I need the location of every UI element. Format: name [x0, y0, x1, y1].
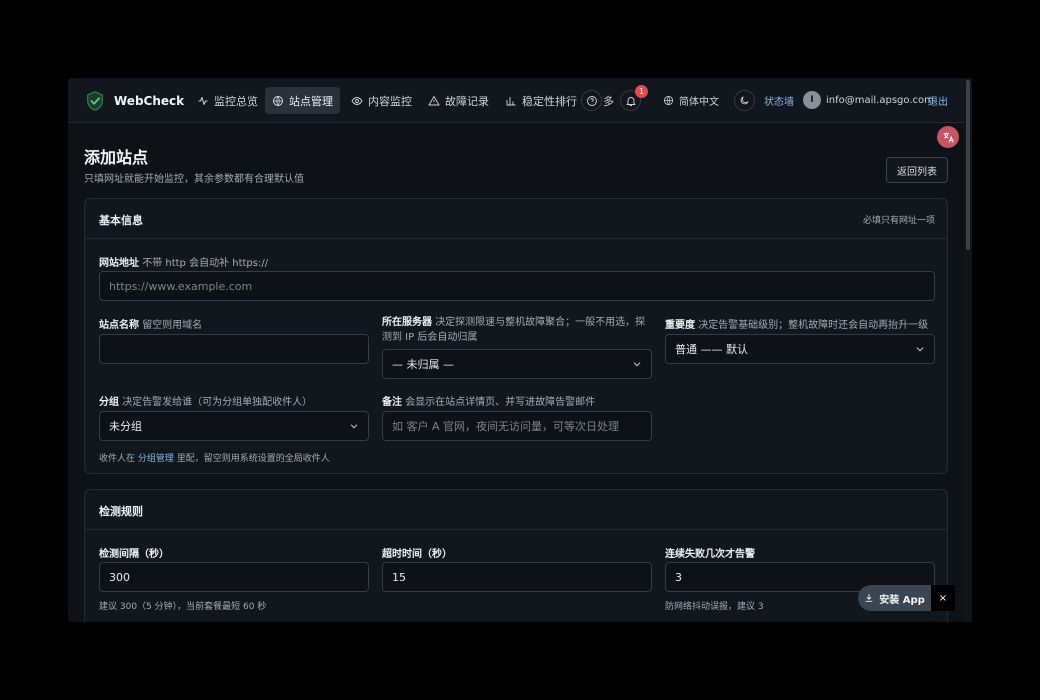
logout-label: 退出: [928, 97, 948, 108]
group-management-link[interactable]: 分组管理: [138, 454, 174, 464]
fail-count-hint: 防网络抖动误报，建议 3: [665, 602, 764, 612]
language-switch[interactable]: 简体中文: [663, 78, 719, 123]
nav-item-label: 站点管理: [289, 94, 333, 108]
group-label-text: 分组: [99, 397, 119, 408]
remark-hint: 会显示在站点详情页、并写进故障告警邮件: [405, 397, 596, 408]
warning-icon: [428, 95, 440, 105]
importance-hint: 决定告警基础级别；整机故障时还会自动再抬升一级: [698, 320, 929, 331]
logout-link[interactable]: 退出: [928, 78, 948, 123]
page-subtitle: 只填网址就能开始监控，其余参数都有合理默认值: [84, 174, 304, 185]
help-button[interactable]: [581, 90, 602, 111]
notifications-button[interactable]: 1: [620, 85, 648, 111]
chevron-down-icon: [916, 347, 924, 352]
brand-name: WebCheck: [114, 93, 185, 108]
server-label: 所在服务器 决定探测限速与整机故障聚合；一般不用选，探测到 IP 后会自动归属: [382, 315, 652, 345]
detection-rules-card: 检测规则 检测间隔（秒） 300 建议 300（5 分钟），当前套餐最短 60 …: [84, 489, 948, 622]
status-wall-link[interactable]: 状态墙: [764, 78, 794, 123]
question-icon: [586, 95, 597, 106]
nav-item-label: 监控总览: [214, 94, 258, 108]
url-label: 网站地址 不带 http 会自动补 https://: [99, 254, 268, 269]
globe-icon: [663, 95, 674, 106]
server-label-text: 所在服务器: [382, 317, 432, 328]
timeout-input[interactable]: 15: [382, 562, 652, 592]
timeout-label-text: 超时时间（秒）: [382, 549, 452, 560]
avatar[interactable]: I: [803, 91, 821, 109]
fail-count-label-text: 连续失败几次才告警: [665, 549, 755, 560]
translate-button[interactable]: [937, 126, 959, 148]
more-label: 多: [603, 94, 614, 108]
user-email: info@mail.apsgo.com: [826, 78, 934, 123]
moon-icon: [740, 96, 749, 105]
importance-label: 重要度 决定告警基础级别；整机故障时还会自动再抬升一级: [665, 316, 928, 331]
nav-item-label: 稳定性排行: [522, 94, 577, 108]
timeout-label: 超时时间（秒）: [382, 545, 452, 560]
shield-check-icon: [87, 90, 103, 111]
app-window: WebCheck 监控总览 站点管理 内容监控 故障记录 稳定性排行 多 1 简…: [68, 78, 972, 622]
nav-item-incidents[interactable]: 故障记录: [421, 87, 496, 114]
scrollbar-thumb[interactable]: [966, 80, 970, 250]
back-to-list-button[interactable]: 返回列表: [886, 157, 948, 183]
chevron-down-icon: [350, 424, 358, 429]
bar-chart-icon: [506, 96, 516, 105]
interval-input[interactable]: 300: [99, 562, 369, 592]
nav-item-overview[interactable]: 监控总览: [190, 87, 265, 114]
install-close-button[interactable]: ×: [931, 585, 955, 611]
nav-item-content-monitor[interactable]: 内容监控: [344, 87, 419, 114]
activity-icon: [198, 96, 208, 105]
url-input[interactable]: https://www.example.com: [99, 271, 935, 301]
card-title: 检测规则: [99, 505, 143, 518]
nav-item-label: 故障记录: [445, 94, 489, 108]
nav-item-stability-ranking[interactable]: 稳定性排行: [498, 87, 584, 114]
group-select[interactable]: 未分组: [99, 411, 369, 441]
group-hint: 决定告警发给谁（可为分组单独配收件人）: [122, 397, 313, 408]
site-name-label: 站点名称 留空则用域名: [99, 316, 202, 331]
site-name-input[interactable]: [99, 334, 369, 364]
server-select-value: — 未归属 —: [392, 358, 454, 371]
card-note: 必填只有网址一项: [862, 216, 935, 226]
nav-item-sites[interactable]: 站点管理: [265, 87, 340, 114]
language-label: 简体中文: [679, 97, 719, 108]
basic-info-card: 基本信息 必填只有网址一项 网站地址 不带 http 会自动补 https://…: [84, 198, 948, 474]
group-note-prefix: 收件人在: [99, 454, 136, 464]
card-header: 检测规则: [85, 490, 947, 530]
brand[interactable]: WebCheck: [84, 78, 184, 123]
top-nav: WebCheck 监控总览 站点管理 内容监控 故障记录 稳定性排行 多 1 简…: [68, 78, 972, 123]
bell-icon: [626, 96, 635, 106]
user-email-text: info@mail.apsgo.com: [826, 95, 934, 106]
remark-label: 备注 会显示在站点详情页、并写进故障告警邮件: [382, 393, 595, 408]
server-select[interactable]: — 未归属 —: [382, 349, 652, 379]
card-title: 基本信息: [99, 214, 143, 227]
interval-hint: 建议 300（5 分钟），当前套餐最短 60 秒: [99, 602, 267, 612]
remark-label-text: 备注: [382, 397, 402, 408]
install-app-button[interactable]: 安装 App: [858, 585, 931, 611]
theme-toggle[interactable]: [734, 90, 755, 111]
nav-item-label: 内容监控: [368, 94, 412, 108]
status-wall-label: 状态墙: [764, 97, 794, 108]
globe-icon: [273, 95, 283, 106]
fail-count-label: 连续失败几次才告警: [665, 545, 755, 560]
group-select-value: 未分组: [109, 420, 142, 433]
group-label: 分组 决定告警发给谁（可为分组单独配收件人）: [99, 393, 312, 408]
card-header: 基本信息 必填只有网址一项: [85, 199, 947, 239]
site-name-label-text: 站点名称: [99, 320, 139, 331]
site-name-hint: 留空则用域名: [142, 320, 203, 331]
importance-label-text: 重要度: [665, 320, 695, 331]
remark-input[interactable]: 如 客户 A 官网，夜间无访问量，可等次日处理: [382, 411, 652, 441]
interval-label: 检测间隔（秒）: [99, 545, 169, 560]
url-label-text: 网站地址: [99, 258, 139, 269]
group-note-suffix: 里配，留空则用系统设置的全局收件人: [176, 454, 330, 464]
interval-label-text: 检测间隔（秒）: [99, 549, 169, 560]
eye-icon: [351, 96, 363, 105]
install-app-label: 安装 App: [879, 594, 925, 606]
page-title: 添加站点: [84, 148, 149, 167]
importance-select-value: 普通 —— 默认: [675, 343, 748, 356]
importance-select[interactable]: 普通 —— 默认: [665, 334, 935, 364]
more-menu[interactable]: 多: [603, 78, 614, 123]
notification-badge: 1: [635, 85, 648, 98]
url-hint: 不带 http 会自动补 https://: [142, 258, 269, 269]
chevron-down-icon: [633, 362, 641, 367]
download-icon: [865, 594, 873, 602]
translate-icon: [943, 132, 954, 143]
group-recipient-note: 收件人在 分组管理 里配，留空则用系统设置的全局收件人: [99, 451, 330, 464]
